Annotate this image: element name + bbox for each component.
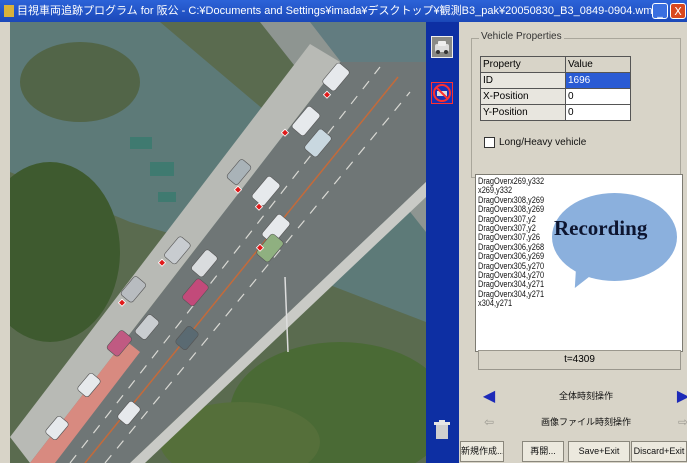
window-title-bar: 目視車両追跡プログラム for 阪公 - C:¥Documents and Se…: [0, 0, 687, 22]
discard-exit-button[interactable]: Discard+Exit: [631, 441, 687, 462]
car-tool-icon[interactable]: [431, 36, 453, 58]
recording-label: Recording: [554, 216, 648, 240]
image-time-nav: ⇦ 画像ファイル時刻操作 ⇨: [476, 411, 687, 433]
save-exit-button[interactable]: Save+Exit: [568, 441, 630, 462]
vehicle-properties-title: Vehicle Properties: [479, 31, 564, 42]
trash-icon[interactable]: [434, 420, 450, 440]
next-arrow-icon[interactable]: ▶: [672, 385, 687, 407]
prop-id-value[interactable]: 1696: [565, 72, 631, 89]
minimize-button[interactable]: _: [652, 3, 668, 19]
global-time-nav: ◀ 全体時刻操作 ▶: [476, 385, 687, 407]
image-prev-icon[interactable]: ⇦: [478, 411, 500, 433]
no-car-tool-icon[interactable]: [431, 82, 453, 104]
new-button[interactable]: 新規作成...: [460, 441, 504, 462]
prev-arrow-icon[interactable]: ◀: [478, 385, 500, 407]
global-time-label: 全体時刻操作: [558, 391, 613, 401]
prop-y-label: Y-Position: [480, 104, 566, 121]
header-property: Property: [480, 56, 566, 73]
long-heavy-label: Long/Heavy vehicle: [499, 137, 587, 149]
close-button[interactable]: X: [670, 3, 686, 19]
replay-button[interactable]: 再開...: [522, 441, 564, 462]
checkbox-box[interactable]: [484, 137, 495, 148]
prop-x-label: X-Position: [480, 88, 566, 105]
bottom-buttons: 新規作成... 再開... Save+Exit Discard+Exit: [459, 441, 687, 463]
log-line: x304,y271: [478, 298, 513, 309]
tool-strip: [426, 22, 459, 463]
app-icon: [4, 5, 14, 18]
aerial-video-view[interactable]: [10, 22, 426, 463]
prop-x-value[interactable]: 0: [565, 88, 631, 105]
header-value: Value: [565, 56, 631, 73]
prop-id-label: ID: [480, 72, 566, 89]
window-title: 目視車両追跡プログラム for 阪公 - C:¥Documents and Se…: [17, 5, 658, 17]
aerial-scene: [10, 22, 426, 463]
long-heavy-checkbox[interactable]: Long/Heavy vehicle: [484, 137, 586, 148]
image-next-icon[interactable]: ⇨: [672, 411, 687, 433]
prop-y-value[interactable]: 0: [565, 104, 631, 121]
time-display: t=4309: [478, 350, 681, 370]
image-time-label: 画像ファイル時刻操作: [540, 417, 631, 427]
properties-table: Property Value ID 1696 X-Position 0 Y-Po…: [480, 56, 631, 121]
